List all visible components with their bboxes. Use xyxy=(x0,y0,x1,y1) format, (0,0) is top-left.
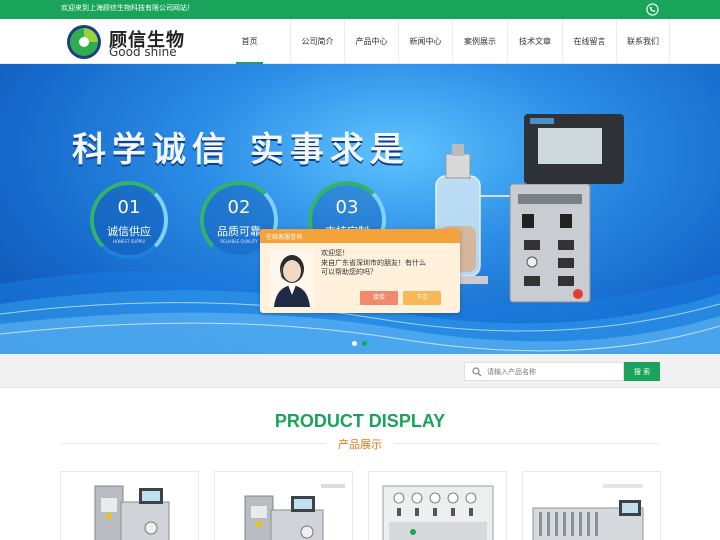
welcome-text: 欢迎来到上海顾信生物科技有限公司网站！ xyxy=(61,4,194,12)
logo-name-en[interactable]: Good shine xyxy=(109,45,177,59)
agent-avatar xyxy=(270,249,314,307)
slider-dots xyxy=(352,341,367,346)
slider-dot-2[interactable] xyxy=(362,341,367,346)
search-bar: 搜 索 xyxy=(0,354,720,388)
search-icon xyxy=(472,367,482,377)
product-card-1[interactable] xyxy=(60,471,199,540)
search-button[interactable]: 搜 索 xyxy=(624,362,660,381)
nav-item-news[interactable]: 新闻中心 xyxy=(398,19,452,64)
product-card-3[interactable] xyxy=(368,471,507,540)
online-chat-popup: 在线客服咨询 欢迎您！ 来自广东省深圳市的朋友！有什么 可以帮助您的吗？ 接受 … xyxy=(260,229,460,313)
slider-dot-1[interactable] xyxy=(352,341,357,346)
product-image-4 xyxy=(532,484,644,540)
product-card-4[interactable] xyxy=(522,471,661,540)
product-card-2[interactable] xyxy=(214,471,353,540)
nav-item-products[interactable]: 产品中心 xyxy=(344,19,398,64)
divider-right xyxy=(395,443,660,444)
banner-slogan: 科学诚信 实事求是 xyxy=(72,130,410,170)
phone-icon[interactable] xyxy=(646,3,659,16)
main-nav: 首页 公司简介 产品中心 新闻中心 案例展示 技术文章 在线留言 联系我们 xyxy=(236,19,670,65)
product-section-title: PRODUCT DISPLAY xyxy=(274,411,446,431)
top-bar: 欢迎来到上海顾信生物科技有限公司网站！ xyxy=(0,0,720,19)
nav-item-about[interactable]: 公司简介 xyxy=(290,19,344,64)
site-header: 顾信生物 Good shine 首页 公司简介 产品中心 新闻中心 案例展示 技… xyxy=(0,19,720,65)
chat-later-button[interactable]: 下次 xyxy=(403,291,441,305)
feature-circle-1: 01 诚信供应 HONEST SUPPLY xyxy=(90,181,168,259)
chat-accept-button[interactable]: 接受 xyxy=(360,291,398,305)
search-input[interactable] xyxy=(487,365,621,379)
search-box xyxy=(464,362,624,381)
nav-item-cases[interactable]: 案例展示 xyxy=(452,19,507,64)
chat-greeting: 欢迎您！ xyxy=(321,249,349,257)
product-image-2 xyxy=(244,484,345,540)
nav-item-articles[interactable]: 技术文章 xyxy=(507,19,562,64)
product-image-3 xyxy=(382,485,494,540)
product-image-1 xyxy=(94,485,170,540)
product-section-subtitle: 产品展示 xyxy=(338,438,382,451)
nav-item-contact[interactable]: 联系我们 xyxy=(616,19,670,64)
nav-item-home[interactable]: 首页 xyxy=(236,19,263,65)
chat-header: 在线客服咨询 xyxy=(260,229,460,243)
chat-message-line-2: 可以帮助您的吗？ xyxy=(321,268,377,276)
logo-icon[interactable] xyxy=(66,24,102,60)
nav-item-message[interactable]: 在线留言 xyxy=(562,19,616,64)
